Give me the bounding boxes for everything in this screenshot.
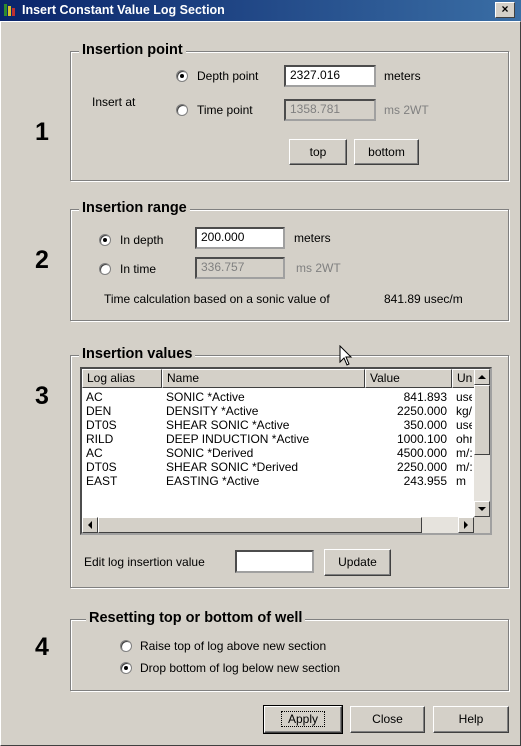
reset-well-group — [70, 619, 509, 691]
scroll-right-button[interactable] — [458, 517, 474, 533]
sonic-calc-text: Time calculation based on a sonic value … — [104, 292, 330, 306]
insertion-values-title: Insertion values — [79, 346, 196, 362]
cell-name: SHEAR SONIC *Active — [166, 418, 290, 432]
reset-well-title: Resetting top or bottom of well — [86, 610, 306, 626]
insertion-point-title: Insertion point — [79, 42, 186, 58]
cell-alias: AC — [86, 390, 103, 404]
raise-top-radio[interactable] — [120, 640, 132, 652]
app-log-icon — [4, 4, 15, 16]
scroll-down-button[interactable] — [474, 501, 490, 517]
cell-alias: DT0S — [86, 418, 117, 432]
cell-unit: m/: — [456, 460, 472, 474]
in-depth-radio[interactable] — [99, 234, 111, 246]
cell-value: 243.955 — [403, 474, 447, 488]
table-row[interactable]: AC SONIC *Active 841.893 use — [82, 390, 472, 404]
cell-value: 2250.000 — [396, 460, 447, 474]
close-button[interactable]: Close — [350, 706, 425, 733]
cell-name: SHEAR SONIC *Derived — [166, 460, 299, 474]
cell-value: 350.000 — [403, 418, 447, 432]
in-time-label[interactable]: In time — [120, 262, 156, 276]
cell-alias: AC — [86, 446, 103, 460]
in-depth-input[interactable]: 200.000 — [195, 227, 285, 249]
mouse-pointer-icon — [339, 345, 353, 366]
insertion-range-title: Insertion range — [79, 200, 190, 216]
in-time-unit: ms 2WT — [296, 261, 341, 275]
table-row[interactable]: AC SONIC *Derived 4500.000 m/: — [82, 446, 472, 460]
cell-unit: m — [456, 474, 466, 488]
column-header-log-alias[interactable]: Log alias — [82, 369, 162, 388]
cell-unit: ohr — [456, 432, 472, 446]
edit-value-label: Edit log insertion value — [84, 555, 205, 569]
arrow-up-icon — [478, 375, 486, 379]
window-title: Insert Constant Value Log Section — [22, 3, 225, 17]
insertion-values-table[interactable]: Log alias Name Value Un AC SONIC *Active… — [80, 367, 492, 535]
time-point-unit: ms 2WT — [384, 103, 429, 117]
column-header-unit[interactable]: Un — [452, 369, 476, 388]
apply-button-label: Apply — [280, 711, 326, 727]
cell-name: EASTING *Active — [166, 474, 260, 488]
in-depth-unit: meters — [294, 231, 331, 245]
vertical-scroll-thumb[interactable] — [474, 385, 490, 455]
table-row[interactable]: DT0S SHEAR SONIC *Active 350.000 use — [82, 418, 472, 432]
arrow-left-icon — [88, 521, 92, 529]
time-point-label[interactable]: Time point — [197, 103, 253, 117]
cell-unit: kg/ — [456, 404, 472, 418]
table-body: AC SONIC *Active 841.893 use DEN DENSITY… — [82, 390, 472, 509]
cell-alias: RILD — [86, 432, 114, 446]
depth-point-unit: meters — [384, 69, 421, 83]
arrow-down-icon — [478, 507, 486, 511]
in-depth-label[interactable]: In depth — [120, 233, 163, 247]
horizontal-scroll-thumb[interactable] — [98, 517, 422, 533]
edit-value-input[interactable] — [235, 550, 314, 573]
column-header-name[interactable]: Name — [162, 369, 365, 388]
cell-name: DENSITY *Active — [166, 404, 259, 418]
bottom-button[interactable]: bottom — [354, 139, 419, 165]
time-point-radio[interactable] — [176, 104, 188, 116]
depth-point-label[interactable]: Depth point — [197, 69, 258, 83]
raise-top-label[interactable]: Raise top of log above new section — [140, 639, 326, 653]
scroll-up-button[interactable] — [474, 369, 490, 385]
drop-bottom-radio[interactable] — [120, 662, 132, 674]
size-grip — [474, 517, 490, 533]
cell-value: 2250.000 — [396, 404, 447, 418]
arrow-right-icon — [464, 521, 468, 529]
table-row[interactable]: DT0S SHEAR SONIC *Derived 2250.000 m/: — [82, 460, 472, 474]
top-button[interactable]: top — [289, 139, 347, 165]
step-number-3: 3 — [35, 382, 49, 410]
title-bar[interactable]: Insert Constant Value Log Section × — [0, 0, 521, 21]
in-time-input: 336.757 — [195, 257, 285, 279]
cell-alias: DEN — [86, 404, 112, 418]
close-window-button[interactable]: × — [495, 2, 515, 18]
step-number-2: 2 — [35, 246, 49, 274]
cell-name: SONIC *Active — [166, 390, 245, 404]
cell-value: 4500.000 — [396, 446, 447, 460]
cell-alias: DT0S — [86, 460, 117, 474]
in-time-radio[interactable] — [99, 263, 111, 275]
cell-name: SONIC *Derived — [166, 446, 254, 460]
scroll-left-button[interactable] — [82, 517, 98, 533]
cell-alias: EAST — [86, 474, 118, 488]
cell-name: DEEP INDUCTION *Active — [166, 432, 310, 446]
cell-unit: use — [456, 390, 472, 404]
step-number-1: 1 — [35, 118, 49, 146]
table-row[interactable]: EAST EASTING *Active 243.955 m — [82, 474, 472, 488]
help-button[interactable]: Help — [433, 706, 509, 733]
cell-unit: m/: — [456, 446, 472, 460]
table-row[interactable]: RILD DEEP INDUCTION *Active 1000.100 ohr — [82, 432, 472, 446]
table-row[interactable]: DEN DENSITY *Active 2250.000 kg/ — [82, 404, 472, 418]
apply-button[interactable]: Apply — [263, 705, 343, 734]
depth-point-radio[interactable] — [176, 70, 188, 82]
cell-value: 1000.100 — [396, 432, 447, 446]
drop-bottom-label[interactable]: Drop bottom of log below new section — [140, 661, 340, 675]
depth-point-input[interactable]: 2327.016 — [284, 65, 376, 87]
cell-unit: use — [456, 418, 472, 432]
step-number-4: 4 — [35, 633, 49, 661]
time-point-input: 1358.781 — [284, 99, 376, 121]
update-button[interactable]: Update — [324, 549, 391, 576]
column-header-value[interactable]: Value — [365, 369, 452, 388]
insert-at-label: Insert at — [92, 95, 136, 109]
cell-value: 841.893 — [403, 390, 447, 404]
sonic-calc-value: 841.89 usec/m — [384, 292, 463, 306]
